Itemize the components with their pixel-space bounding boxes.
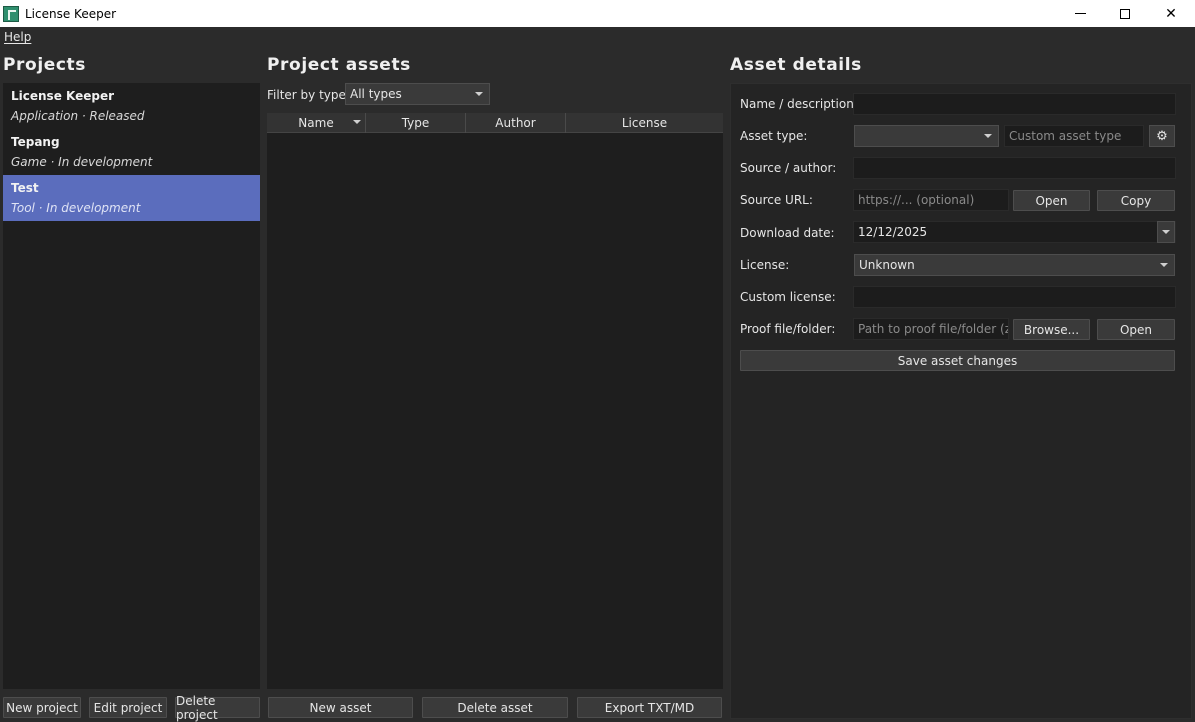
new-project-button[interactable]: New project bbox=[3, 697, 81, 718]
sort-desc-icon bbox=[353, 120, 361, 124]
close-button[interactable]: ✕ bbox=[1148, 0, 1194, 27]
license-label: License: bbox=[740, 258, 790, 272]
column-label: License bbox=[621, 116, 668, 130]
filter-type-select[interactable]: All types bbox=[345, 83, 490, 105]
project-item[interactable]: Tepang Game · In development bbox=[3, 129, 260, 175]
url-label: Source URL: bbox=[740, 193, 813, 207]
url-open-button[interactable]: Open bbox=[1013, 190, 1090, 211]
projects-heading: Projects bbox=[3, 55, 87, 75]
project-meta: Tool · In development bbox=[11, 201, 141, 215]
minimize-button[interactable] bbox=[1057, 0, 1103, 27]
proof-path-input[interactable]: Path to proof file/folder (z... bbox=[853, 318, 1009, 340]
minimize-icon bbox=[1074, 13, 1086, 14]
source-label: Source / author: bbox=[740, 161, 837, 175]
table-header: Name Type Author License bbox=[267, 113, 723, 133]
menu-bar: Help bbox=[0, 27, 1195, 48]
column-header-type[interactable]: Type bbox=[366, 113, 466, 133]
asset-type-label: Asset type: bbox=[740, 129, 808, 143]
column-label: Author bbox=[495, 116, 536, 130]
project-name: Tepang bbox=[11, 135, 60, 149]
maximize-icon bbox=[1120, 8, 1130, 19]
url-input[interactable]: https://... (optional) bbox=[853, 189, 1009, 211]
projects-list[interactable]: License Keeper Application · Released Te… bbox=[3, 83, 260, 689]
custom-license-input[interactable] bbox=[853, 286, 1176, 308]
details-heading: Asset details bbox=[730, 55, 862, 75]
asset-type-select[interactable] bbox=[854, 125, 999, 147]
proof-label: Proof file/folder: bbox=[740, 322, 836, 336]
name-label: Name / description: bbox=[740, 97, 858, 111]
filter-type-value: All types bbox=[350, 87, 402, 101]
project-item[interactable]: License Keeper Application · Released bbox=[3, 83, 260, 129]
source-input[interactable] bbox=[853, 157, 1176, 179]
save-asset-button[interactable]: Save asset changes bbox=[740, 350, 1175, 371]
download-date-value: 12/12/2025 bbox=[858, 225, 928, 239]
chevron-down-icon bbox=[1160, 263, 1168, 267]
gear-icon: ⚙ bbox=[1156, 128, 1168, 144]
column-header-name[interactable]: Name bbox=[267, 113, 366, 133]
window-title: License Keeper bbox=[25, 6, 117, 21]
column-label: Type bbox=[401, 116, 430, 130]
chevron-down-icon bbox=[984, 134, 992, 138]
name-input[interactable] bbox=[853, 93, 1176, 115]
project-item-selected[interactable]: Test Tool · In development bbox=[3, 175, 260, 221]
column-label: Name bbox=[298, 116, 334, 130]
assets-heading: Project assets bbox=[267, 55, 411, 75]
custom-asset-type-input[interactable]: Custom asset type bbox=[1004, 125, 1144, 147]
close-icon: ✕ bbox=[1165, 5, 1177, 22]
chevron-down-icon bbox=[475, 92, 483, 96]
export-button[interactable]: Export TXT/MD bbox=[577, 697, 722, 718]
project-name: Test bbox=[11, 181, 39, 195]
app-logo-icon bbox=[3, 5, 19, 22]
project-name: License Keeper bbox=[11, 89, 115, 103]
title-bar: License Keeper ✕ bbox=[0, 0, 1195, 27]
column-header-author[interactable]: Author bbox=[466, 113, 566, 133]
project-meta: Game · In development bbox=[11, 155, 153, 169]
chevron-down-icon bbox=[1162, 230, 1170, 234]
custom-license-label: Custom license: bbox=[740, 290, 836, 304]
license-select[interactable]: Unknown bbox=[854, 254, 1175, 276]
assets-table[interactable]: Name Type Author License bbox=[267, 113, 723, 689]
edit-project-button[interactable]: Edit project bbox=[89, 697, 167, 718]
download-date-input[interactable]: 12/12/2025 bbox=[853, 221, 1176, 243]
column-header-license[interactable]: License bbox=[566, 113, 723, 133]
menu-help[interactable]: Help bbox=[4, 30, 31, 44]
date-dropdown-button[interactable] bbox=[1157, 221, 1175, 243]
proof-open-button[interactable]: Open bbox=[1097, 319, 1175, 340]
date-label: Download date: bbox=[740, 226, 835, 240]
new-asset-button[interactable]: New asset bbox=[268, 697, 413, 718]
project-meta: Application · Released bbox=[11, 109, 145, 123]
delete-asset-button[interactable]: Delete asset bbox=[422, 697, 568, 718]
browse-button[interactable]: Browse... bbox=[1013, 319, 1090, 340]
filter-label: Filter by type: bbox=[267, 88, 350, 102]
delete-project-button[interactable]: Delete project bbox=[175, 694, 260, 722]
maximize-button[interactable] bbox=[1102, 0, 1148, 27]
asset-type-settings-button[interactable]: ⚙ bbox=[1149, 125, 1175, 147]
url-copy-button[interactable]: Copy bbox=[1097, 190, 1175, 211]
license-value: Unknown bbox=[859, 258, 915, 272]
